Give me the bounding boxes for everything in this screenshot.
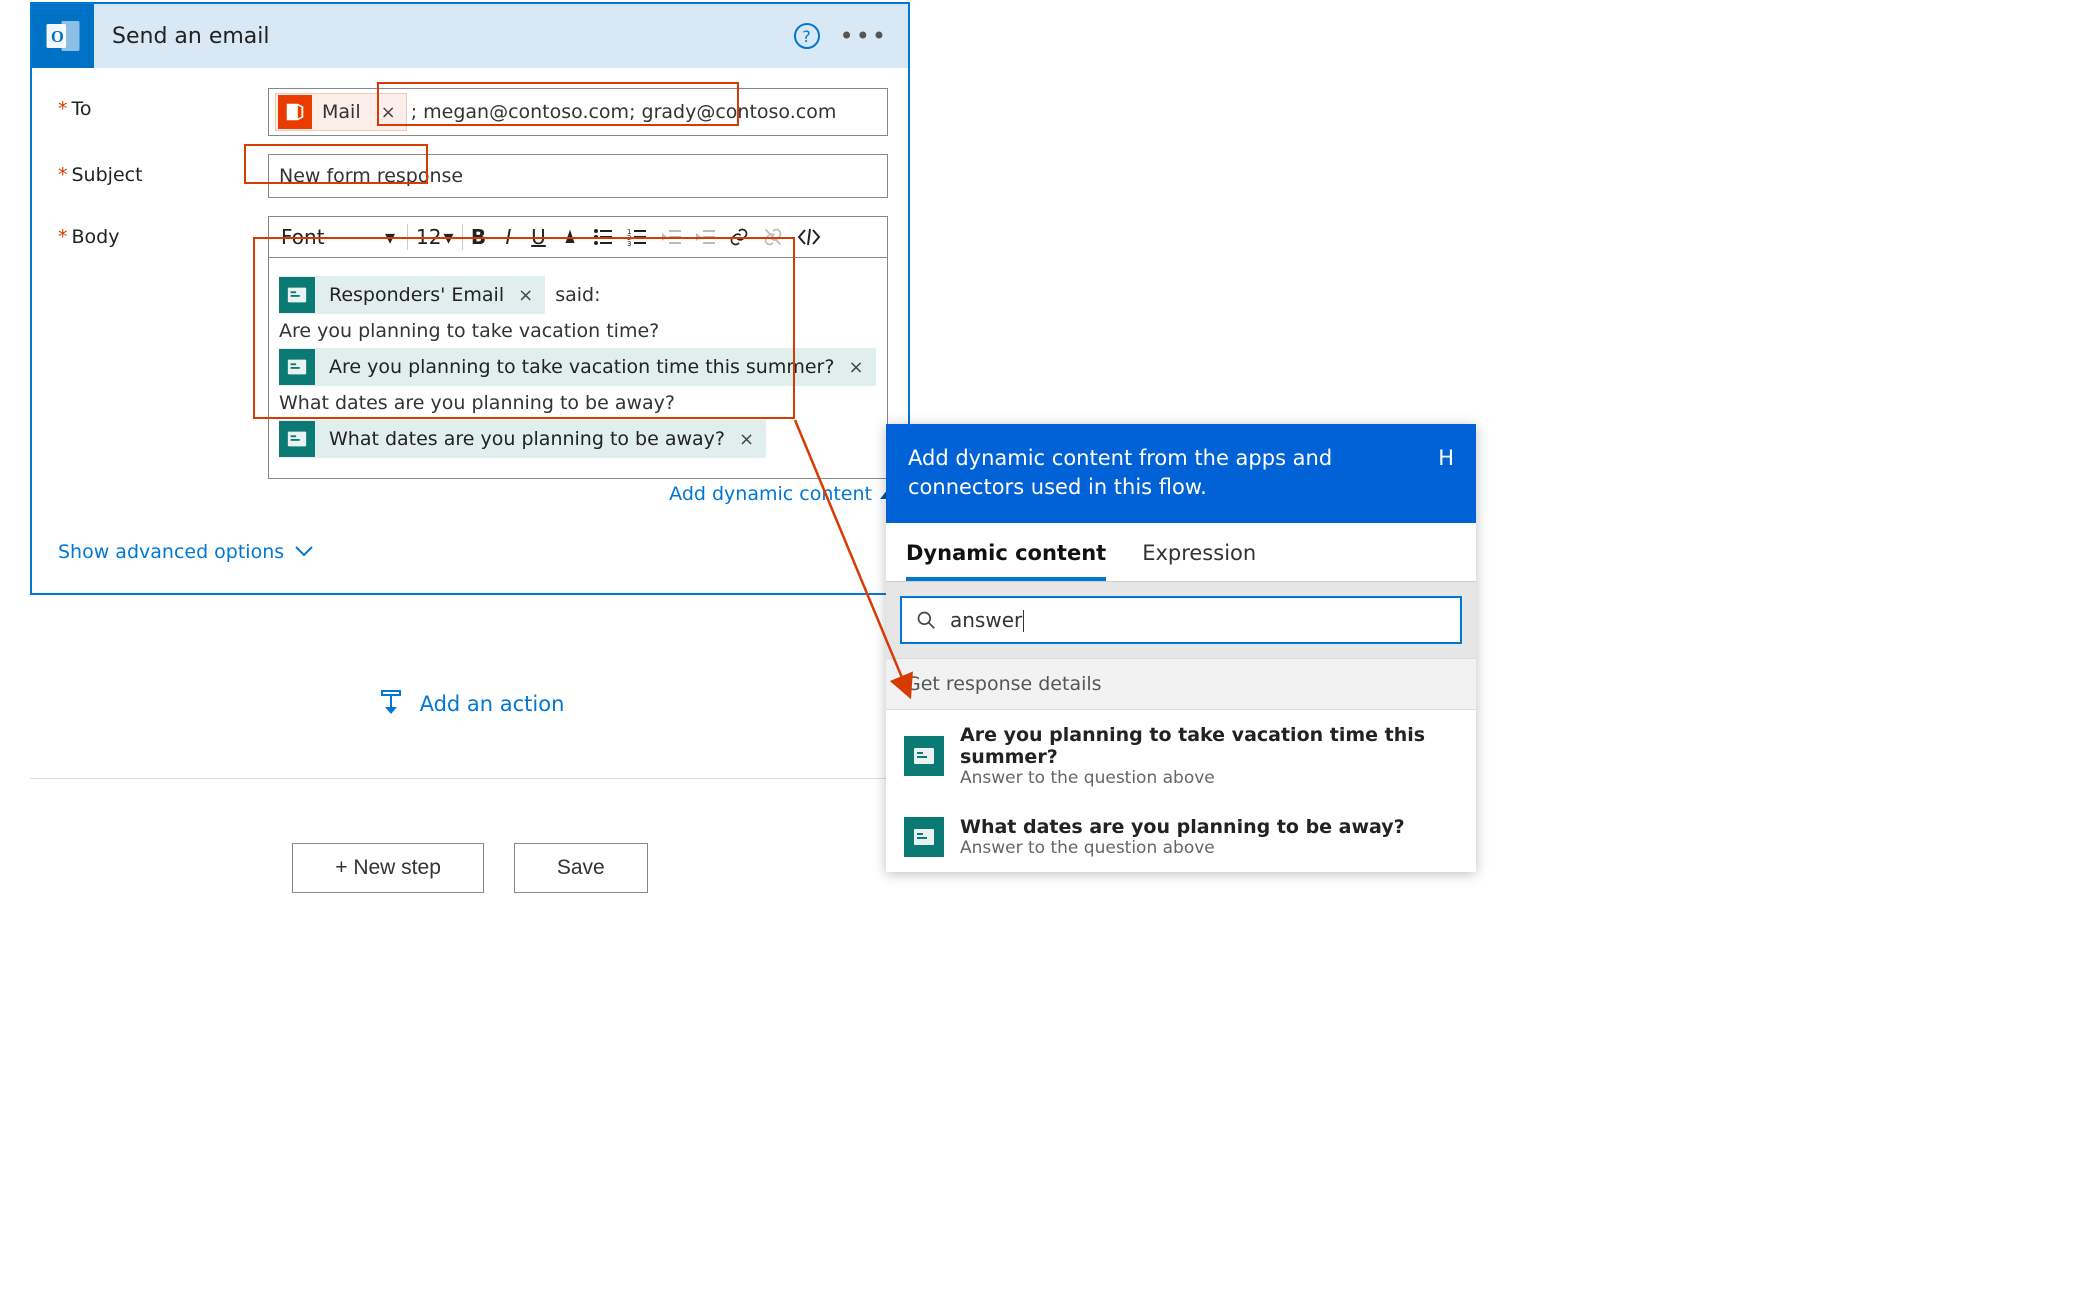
popover-header: Add dynamic content from the apps and co… (886, 424, 1476, 523)
token-remove-icon[interactable]: × (512, 285, 545, 306)
to-addresses-text: ; megan@contoso.com; grady@contoso.com (409, 101, 837, 123)
caret-down-icon: ▾ (385, 225, 395, 249)
mail-token[interactable]: Mail × (275, 93, 407, 131)
dates-question-token[interactable]: What dates are you planning to be away? … (279, 420, 766, 458)
section-get-response-details: Get response details (886, 658, 1476, 710)
font-size-select[interactable]: 12 ▾ (410, 223, 460, 251)
italic-button[interactable]: I (495, 223, 523, 251)
forms-icon (904, 817, 944, 857)
search-input-text: answer (950, 608, 1024, 633)
to-input[interactable]: Mail × ; megan@contoso.com; grady@contos… (268, 88, 888, 136)
body-editor[interactable]: Responders' Email × said: Are you planni… (268, 258, 888, 479)
result-dates-question[interactable]: What dates are you planning to be away? … (886, 802, 1476, 872)
forms-icon (279, 421, 315, 457)
unlink-button[interactable] (757, 225, 789, 249)
body-text-said: said: (555, 284, 600, 306)
result-title: What dates are you planning to be away? (960, 816, 1405, 838)
body-label: Body (58, 216, 268, 248)
send-email-card: O Send an email ? ••• To Mail × ; megan@… (30, 2, 910, 595)
mail-token-remove-icon[interactable]: × (371, 102, 406, 123)
svg-text:3: 3 (627, 240, 631, 246)
token-remove-icon[interactable]: × (842, 357, 875, 378)
link-button[interactable] (723, 225, 755, 249)
office-icon (278, 95, 312, 129)
to-row: To Mail × ; megan@contoso.com; grady@con… (58, 88, 888, 136)
underline-button[interactable]: U (525, 223, 553, 251)
dynamic-content-popover: Add dynamic content from the apps and co… (886, 424, 1476, 872)
add-dynamic-content-link[interactable]: Add dynamic content (268, 483, 888, 505)
forms-icon (904, 736, 944, 776)
subject-row: Subject New form response (58, 154, 888, 198)
popover-search-area: answer (886, 581, 1476, 659)
search-icon (916, 610, 936, 630)
subject-label: Subject (58, 154, 268, 186)
add-action-button[interactable]: Add an action (376, 689, 565, 719)
forms-icon (279, 349, 315, 385)
font-select[interactable]: Font ▾ (275, 223, 405, 251)
show-advanced-options-link[interactable]: Show advanced options (58, 541, 888, 563)
forms-icon (279, 277, 315, 313)
caret-down-icon: ▾ (443, 225, 453, 249)
bottom-buttons: + New step Save (30, 843, 910, 893)
token-remove-icon[interactable]: × (733, 429, 766, 450)
result-subtitle: Answer to the question above (960, 838, 1405, 858)
card-title: Send an email (94, 24, 794, 49)
body-line-dates-q: What dates are you planning to be away? (279, 392, 877, 414)
to-label: To (58, 88, 268, 120)
chevron-down-icon (294, 545, 314, 559)
token-label: Responders' Email (321, 284, 512, 306)
subject-input[interactable]: New form response (268, 154, 888, 198)
add-action-icon (376, 689, 406, 719)
more-menu-icon[interactable]: ••• (840, 22, 888, 50)
new-step-button[interactable]: + New step (292, 843, 484, 893)
editor-toolbar: Font ▾ 12 ▾ B I U (268, 216, 888, 258)
popover-tabs: Dynamic content Expression (886, 523, 1476, 581)
save-button[interactable]: Save (514, 843, 648, 893)
responders-email-token[interactable]: Responders' Email × (279, 276, 545, 314)
font-color-button[interactable] (555, 225, 585, 249)
body-row: Body Font ▾ 12 ▾ B I U (58, 216, 888, 505)
tab-dynamic-content[interactable]: Dynamic content (906, 541, 1106, 581)
bulleted-list-button[interactable] (587, 226, 619, 248)
card-header: O Send an email ? ••• (32, 4, 908, 68)
add-action-row: Add an action (30, 689, 910, 724)
token-label: What dates are you planning to be away? (321, 428, 733, 450)
popover-hide-link[interactable]: H (1438, 444, 1454, 473)
outdent-button[interactable] (655, 226, 687, 248)
body-line-vacation-q: Are you planning to take vacation time? (279, 320, 877, 342)
card-body: To Mail × ; megan@contoso.com; grady@con… (32, 68, 908, 593)
mail-token-label: Mail (314, 101, 371, 123)
result-subtitle: Answer to the question above (960, 768, 1458, 788)
popover-search-box[interactable]: answer (900, 596, 1462, 645)
result-vacation-question[interactable]: Are you planning to take vacation time t… (886, 710, 1476, 802)
vacation-question-token[interactable]: Are you planning to take vacation time t… (279, 348, 876, 386)
indent-button[interactable] (689, 226, 721, 248)
code-view-button[interactable] (791, 226, 827, 248)
result-title: Are you planning to take vacation time t… (960, 724, 1458, 768)
numbered-list-button[interactable]: 123 (621, 226, 653, 248)
token-label: Are you planning to take vacation time t… (321, 356, 842, 378)
outlook-icon: O (32, 4, 94, 68)
subject-value: New form response (279, 165, 463, 187)
help-icon[interactable]: ? (794, 23, 820, 49)
tab-expression[interactable]: Expression (1142, 541, 1256, 581)
bold-button[interactable]: B (465, 223, 493, 251)
svg-text:O: O (51, 27, 64, 46)
